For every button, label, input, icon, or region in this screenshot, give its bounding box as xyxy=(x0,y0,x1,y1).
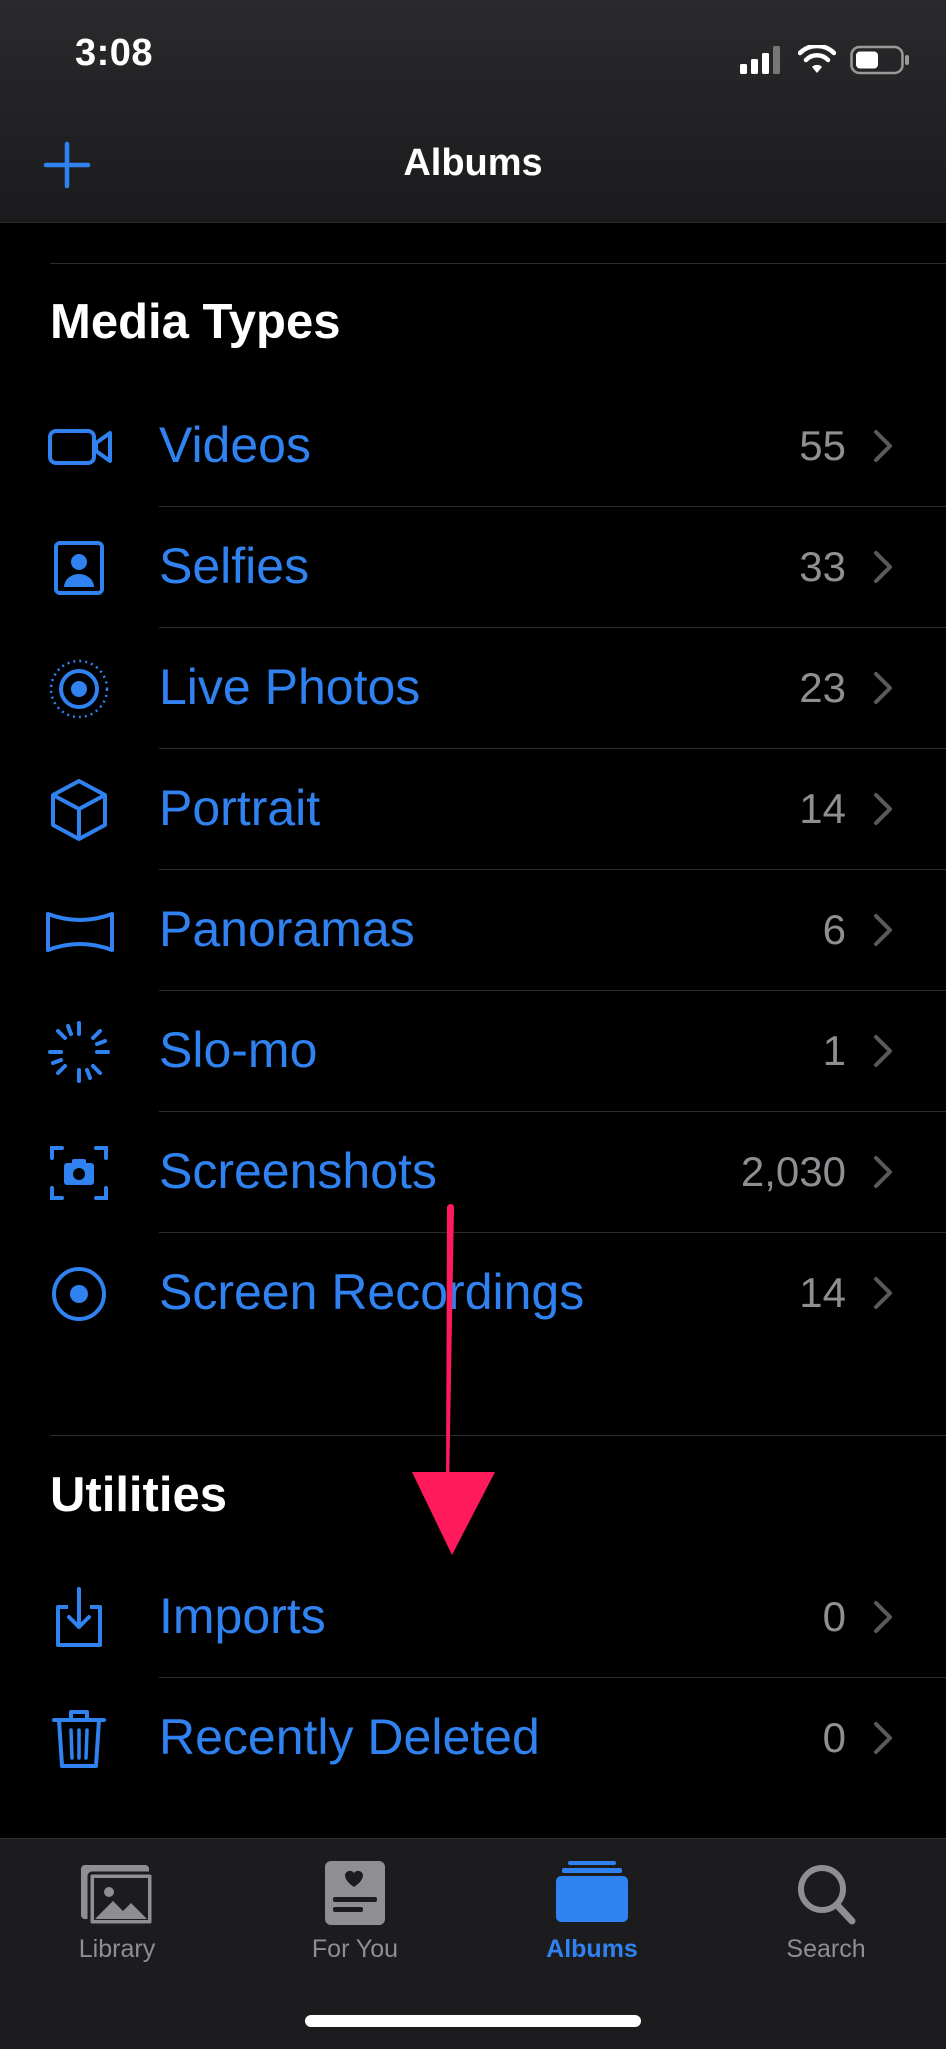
album-label: Portrait xyxy=(159,780,321,836)
divider xyxy=(50,263,946,264)
chevron-right-icon xyxy=(874,430,892,462)
library-icon xyxy=(81,1865,155,1927)
tab-for-you[interactable]: For You xyxy=(255,1859,455,1964)
cube-icon xyxy=(51,779,107,841)
albums-icon xyxy=(556,1861,628,1922)
trash-icon xyxy=(52,1710,106,1768)
chevron-right-icon xyxy=(874,672,892,704)
status-time: 3:08 xyxy=(75,32,154,74)
status-icons xyxy=(740,40,910,80)
screenshot-icon xyxy=(50,1146,108,1200)
album-row-screen-recordings[interactable]: Screen Recordings 14 xyxy=(0,1233,946,1354)
chevron-right-icon xyxy=(874,1277,892,1309)
live-photo-icon xyxy=(49,659,109,719)
import-icon xyxy=(56,1587,102,1647)
album-label: Screen Recordings xyxy=(159,1264,585,1320)
tab-search[interactable]: Search xyxy=(726,1859,926,1964)
album-label: Screenshots xyxy=(159,1143,437,1199)
album-count: 14 xyxy=(799,1269,846,1316)
album-count: 2,030 xyxy=(740,1148,846,1195)
album-label: Videos xyxy=(159,417,311,473)
album-row-portrait[interactable]: Portrait 14 xyxy=(0,749,946,870)
album-count: 6 xyxy=(822,906,846,953)
selfie-icon xyxy=(54,541,104,595)
album-row-recently-deleted[interactable]: Recently Deleted 0 xyxy=(0,1678,946,1799)
section-title-utilities: Utilities xyxy=(50,1468,227,1522)
wifi-icon xyxy=(798,45,836,73)
tab-label: For You xyxy=(311,1935,399,1963)
album-row-imports[interactable]: Imports 0 xyxy=(0,1557,946,1678)
battery-icon xyxy=(850,45,909,75)
album-label: Slo-mo xyxy=(159,1022,318,1078)
header: 3:08 Albums xyxy=(0,0,946,223)
chevron-right-icon xyxy=(874,1601,892,1633)
slomo-icon xyxy=(48,1021,110,1083)
album-count: 33 xyxy=(799,543,846,590)
chevron-right-icon xyxy=(874,793,892,825)
album-label: Panoramas xyxy=(159,901,415,957)
chevron-right-icon xyxy=(874,1156,892,1188)
chevron-right-icon xyxy=(874,1035,892,1067)
album-label: Imports xyxy=(159,1588,326,1644)
search-icon xyxy=(798,1865,856,1925)
chevron-right-icon xyxy=(874,1722,892,1754)
tab-label: Search xyxy=(786,1935,866,1963)
tab-label: Albums xyxy=(546,1935,638,1963)
album-label: Recently Deleted xyxy=(159,1709,540,1765)
album-count: 55 xyxy=(799,422,846,469)
tab-albums[interactable]: Albums xyxy=(492,1859,692,1964)
chevron-right-icon xyxy=(874,914,892,946)
page-title: Albums xyxy=(403,142,543,184)
album-count: 0 xyxy=(822,1714,846,1761)
album-row-live-photos[interactable]: Live Photos 23 xyxy=(0,628,946,749)
album-row-slo-mo[interactable]: Slo-mo 1 xyxy=(0,991,946,1112)
album-count: 14 xyxy=(799,785,846,832)
section-title-media-types: Media Types xyxy=(50,295,341,349)
chevron-right-icon xyxy=(874,551,892,583)
album-count: 23 xyxy=(799,664,846,711)
album-row-selfies[interactable]: Selfies 33 xyxy=(0,507,946,628)
home-indicator[interactable] xyxy=(305,2015,641,2027)
album-count: 1 xyxy=(822,1027,846,1074)
tab-library[interactable]: Library xyxy=(17,1859,217,1964)
cellular-signal-icon xyxy=(740,46,780,74)
tab-label: Library xyxy=(78,1935,156,1963)
screen-recording-icon xyxy=(52,1267,106,1321)
album-row-panoramas[interactable]: Panoramas 6 xyxy=(0,870,946,991)
video-icon xyxy=(48,429,112,465)
for-you-icon xyxy=(325,1861,385,1925)
album-row-screenshots[interactable]: Screenshots 2,030 xyxy=(0,1112,946,1233)
album-label: Live Photos xyxy=(159,659,421,715)
panorama-icon xyxy=(46,912,114,952)
album-row-videos[interactable]: Videos 55 xyxy=(0,386,946,507)
section-divider xyxy=(50,1435,946,1436)
album-label: Selfies xyxy=(159,538,310,594)
album-count: 0 xyxy=(822,1593,846,1640)
